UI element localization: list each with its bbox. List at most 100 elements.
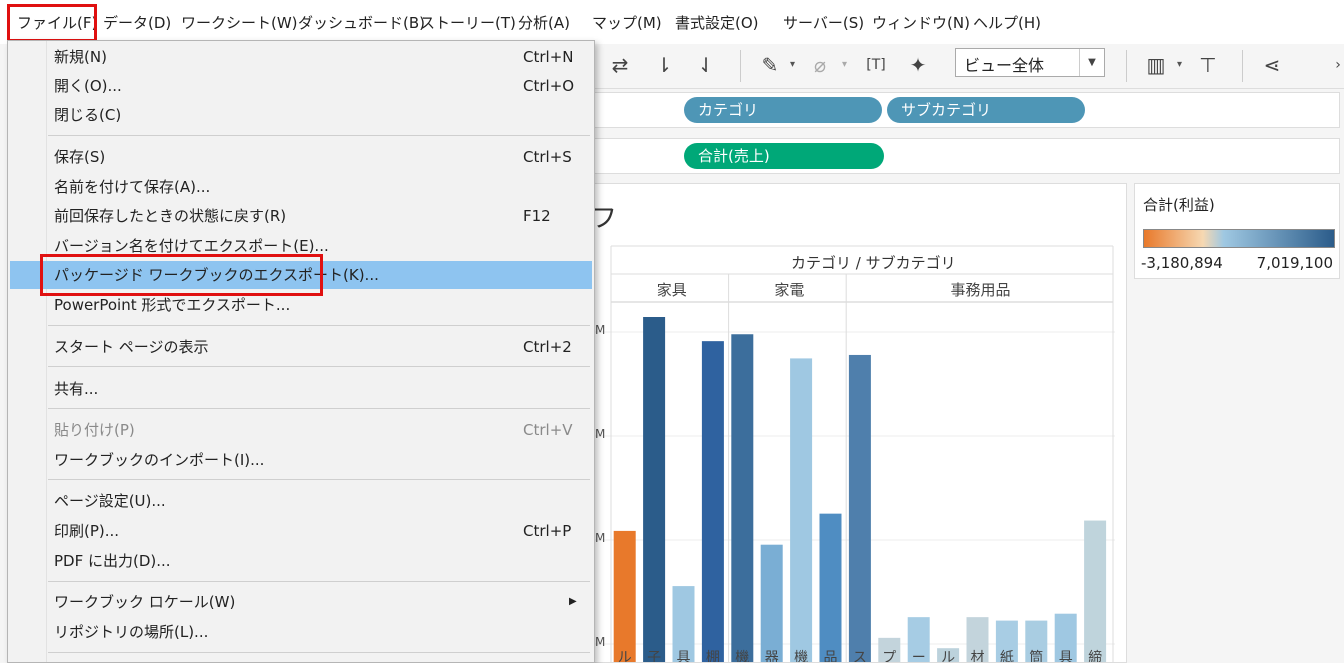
pin-icon[interactable]: ✦ bbox=[904, 52, 932, 78]
menu-item-label: 名前を付けて保存(A)... bbox=[54, 178, 211, 196]
menu-item-save[interactable]: 保存(S) Ctrl+S bbox=[10, 143, 592, 171]
x-tick-label: ル bbox=[941, 650, 955, 663]
menu-item-label: ワークブック ロケール(W) bbox=[54, 593, 236, 611]
bar[interactable] bbox=[701, 341, 724, 662]
menu-item-label: 保存(S) bbox=[54, 148, 106, 166]
menu-server[interactable]: サーバー(S) bbox=[783, 10, 864, 36]
category-label: 家電 bbox=[774, 281, 804, 299]
swap-icon[interactable]: ⇄ bbox=[606, 52, 634, 78]
menu-item-revert[interactable]: 前回保存したときの状態に戻す(R) F12 bbox=[10, 202, 592, 230]
menu-item-label: 前回保存したときの状態に戻す(R) bbox=[54, 207, 287, 225]
menu-item-label: 開く(O)... bbox=[54, 77, 122, 95]
menubar: ファイル(F) データ(D) ワークシート(W) ダッシュボード(B) ストーリ… bbox=[0, 0, 1344, 44]
highlight-pen-icon[interactable]: ✎ bbox=[756, 52, 784, 78]
bar[interactable] bbox=[790, 358, 813, 662]
more-chevron-icon[interactable]: › bbox=[1324, 52, 1344, 78]
menu-item-export-powerpoint[interactable]: PowerPoint 形式でエクスポート... bbox=[10, 291, 592, 319]
chevron-down-icon[interactable]: ▾ bbox=[1177, 52, 1182, 78]
bar[interactable] bbox=[613, 530, 636, 662]
menu-item-print[interactable]: 印刷(P)... Ctrl+P bbox=[10, 517, 592, 545]
show-me-icon[interactable]: ▥ bbox=[1142, 52, 1170, 78]
y-tick-label: M bbox=[595, 323, 605, 337]
pill-subcategory[interactable]: サブカテゴリ bbox=[887, 97, 1085, 123]
x-tick-label: 締 bbox=[1088, 649, 1102, 663]
toolbar-divider bbox=[740, 50, 741, 82]
bar[interactable] bbox=[848, 354, 871, 662]
menu-item-new[interactable]: 新規(N) Ctrl+N bbox=[10, 43, 592, 71]
menu-item-label: 貼り付け(P) bbox=[54, 421, 135, 439]
y-tick-label: M bbox=[595, 635, 605, 649]
y-tick-label: M bbox=[595, 427, 605, 441]
pill-category[interactable]: カテゴリ bbox=[684, 97, 882, 123]
menu-item-paste: 貼り付け(P) Ctrl+V bbox=[10, 416, 592, 444]
menu-item-label: PowerPoint 形式でエクスポート... bbox=[54, 296, 291, 314]
worksheet-view[interactable]: フ カテゴリ / サブカテゴリ 家具家電事務用品 ル子具棚機器機品スプール材紙筒… bbox=[594, 183, 1127, 663]
bar-chart[interactable]: 家具 家電 事務用品 ル 子 具 棚 機 器 機 品 ス プ ー ル 材 紙 筒 具 締 M M M M bbox=[595, 184, 1127, 663]
menu-item-label: バージョン名を付けてエクスポート(E)... bbox=[54, 237, 329, 255]
bar[interactable] bbox=[731, 334, 754, 662]
bar[interactable] bbox=[760, 544, 783, 662]
x-tick-label: ス bbox=[853, 650, 867, 663]
rows-shelf[interactable]: 合計(売上) bbox=[594, 138, 1340, 174]
x-tick-label: 棚 bbox=[706, 650, 720, 663]
category-label: 事務用品 bbox=[950, 281, 1010, 299]
chevron-down-icon[interactable]: ▾ bbox=[842, 52, 847, 78]
menu-item-share[interactable]: 共有... bbox=[10, 375, 592, 403]
sort-ascending-icon[interactable]: ⇂ bbox=[650, 52, 678, 78]
menu-item-shortcut: Ctrl+P bbox=[523, 522, 572, 540]
color-legend[interactable]: 合計(利益) -3,180,894 7,019,100 bbox=[1134, 183, 1340, 279]
menu-file[interactable]: ファイル(F) bbox=[17, 10, 97, 36]
sort-descending-icon[interactable]: ⇃ bbox=[692, 52, 720, 78]
menu-data[interactable]: データ(D) bbox=[103, 10, 171, 36]
toolbar-divider bbox=[1242, 50, 1243, 82]
x-tick-label: 紙 bbox=[1000, 650, 1014, 663]
menu-item-shortcut: F12 bbox=[523, 207, 551, 225]
menu-item-open[interactable]: 開く(O)... Ctrl+O bbox=[10, 72, 592, 100]
menu-item-print-to-pdf[interactable]: PDF に出力(D)... bbox=[10, 547, 592, 575]
menu-item-label: ページ設定(U)... bbox=[54, 492, 166, 510]
menu-item-shortcut: Ctrl+O bbox=[523, 77, 575, 95]
menu-item-label: 新規(N) bbox=[54, 48, 107, 66]
menu-item-page-setup[interactable]: ページ設定(U)... bbox=[10, 487, 592, 515]
category-label: 家具 bbox=[657, 281, 687, 299]
x-tick-label: 材 bbox=[971, 650, 985, 663]
legend-max: 7,019,100 bbox=[1256, 254, 1333, 272]
share-icon[interactable]: ⋖ bbox=[1258, 52, 1286, 78]
chevron-down-icon[interactable]: ▼ bbox=[1079, 49, 1104, 76]
bar[interactable] bbox=[1084, 520, 1107, 662]
x-tick-label: 器 bbox=[765, 650, 779, 663]
menu-worksheet[interactable]: ワークシート(W) bbox=[181, 10, 298, 36]
menu-item-label: 共有... bbox=[54, 380, 99, 398]
text-label-icon[interactable]: [T] bbox=[862, 52, 890, 78]
bar[interactable] bbox=[819, 513, 842, 662]
menu-window[interactable]: ウィンドウ(N) bbox=[872, 10, 970, 36]
menu-analysis[interactable]: 分析(A) bbox=[518, 10, 570, 36]
menu-item-export-version[interactable]: バージョン名を付けてエクスポート(E)... bbox=[10, 232, 592, 260]
menu-item-export-packaged-workbook[interactable]: パッケージド ワークブックのエクスポート(K)... bbox=[10, 261, 592, 289]
menu-item-label: 印刷(P)... bbox=[54, 522, 120, 540]
x-tick-label: 具 bbox=[677, 650, 691, 663]
x-tick-label: 品 bbox=[824, 650, 838, 663]
menu-item-workbook-locale[interactable]: ワークブック ロケール(W) ▶ bbox=[10, 588, 592, 616]
menu-story[interactable]: ストーリー(T) bbox=[420, 10, 516, 36]
menu-help[interactable]: ヘルプ(H) bbox=[973, 10, 1041, 36]
menu-separator bbox=[48, 581, 590, 582]
x-tick-label: プ bbox=[882, 650, 896, 663]
view-fit-select[interactable]: ビュー全体 ▼ bbox=[955, 48, 1105, 77]
file-menu-dropdown: 新規(N) Ctrl+N 開く(O)... Ctrl+O 閉じる(C) 保存(S… bbox=[7, 40, 595, 663]
pill-sum-sales[interactable]: 合計(売上) bbox=[684, 143, 884, 169]
menu-format[interactable]: 書式設定(O) bbox=[675, 10, 759, 36]
menu-map[interactable]: マップ(M) bbox=[592, 10, 662, 36]
menu-item-show-start-page[interactable]: スタート ページの表示 Ctrl+2 bbox=[10, 333, 592, 361]
menu-item-repository-location[interactable]: リポジトリの場所(L)... bbox=[10, 618, 592, 646]
menu-item-close[interactable]: 閉じる(C) bbox=[10, 101, 592, 129]
menu-item-save-as[interactable]: 名前を付けて保存(A)... bbox=[10, 173, 592, 201]
columns-shelf[interactable]: カテゴリ サブカテゴリ bbox=[594, 92, 1340, 128]
bar[interactable] bbox=[643, 317, 666, 662]
presentation-icon[interactable]: ⊤ bbox=[1194, 52, 1222, 78]
paperclip-icon[interactable]: ⌀ bbox=[806, 52, 834, 78]
menu-dashboard[interactable]: ダッシュボード(B) bbox=[298, 10, 425, 36]
legend-title: 合計(利益) bbox=[1143, 196, 1215, 214]
menu-item-import-workbook[interactable]: ワークブックのインポート(I)... bbox=[10, 446, 592, 474]
chevron-down-icon[interactable]: ▾ bbox=[790, 52, 795, 78]
